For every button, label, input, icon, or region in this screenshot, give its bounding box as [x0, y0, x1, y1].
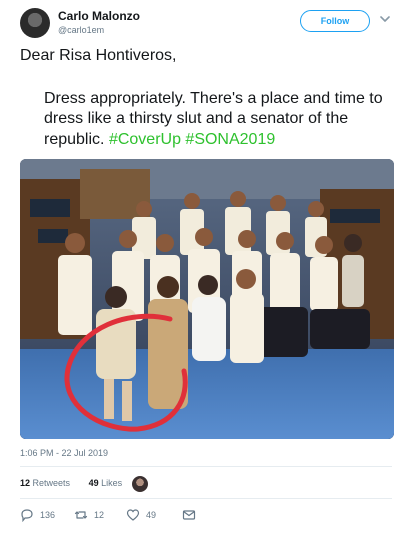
tweet-actions: 136 12 49 [20, 508, 220, 524]
chevron-down-icon[interactable] [378, 12, 392, 26]
retweet-button[interactable]: 12 [74, 508, 104, 522]
tweet-stats: 12 Retweets 49 Likes [20, 476, 148, 494]
follow-button[interactable]: Follow [300, 10, 370, 32]
like-icon [126, 509, 140, 521]
reply-count: 136 [40, 510, 56, 520]
retweets-stat[interactable]: 12 Retweets [20, 478, 78, 488]
tweet-text: Dear Risa Hontiveros, Dress appropriatel… [20, 46, 392, 150]
hashtags[interactable]: #CoverUp #SONA2019 [109, 131, 275, 148]
tweet-header: Carlo Malonzo @carlo1em Follow [20, 8, 392, 38]
likes-stat[interactable]: 49 Likes [89, 478, 131, 488]
avatar[interactable] [20, 8, 50, 38]
display-name[interactable]: Carlo Malonzo [58, 9, 140, 23]
reply-button[interactable]: 136 [20, 508, 55, 522]
user-handle[interactable]: @carlo1em [58, 25, 104, 35]
message-button[interactable] [182, 508, 196, 522]
liker-avatar[interactable] [132, 476, 148, 492]
divider [20, 498, 392, 499]
retweets-label: Retweets [32, 478, 71, 488]
divider [20, 466, 392, 467]
retweets-count: 12 [20, 478, 31, 488]
tweet-salutation: Dear Risa Hontiveros, [20, 47, 177, 64]
timestamp[interactable]: 1:06 PM - 22 Jul 2019 [20, 448, 108, 458]
likes-count: 49 [88, 478, 99, 488]
like-button[interactable]: 49 [126, 508, 156, 522]
senate-group-photo [20, 159, 394, 439]
reply-icon [21, 509, 33, 522]
message-icon [182, 510, 196, 520]
retweet-count: 12 [94, 510, 105, 520]
like-count: 49 [146, 510, 157, 520]
likes-label: Likes [101, 478, 123, 488]
retweet-icon [74, 511, 88, 519]
tweet-photo[interactable] [20, 159, 394, 439]
